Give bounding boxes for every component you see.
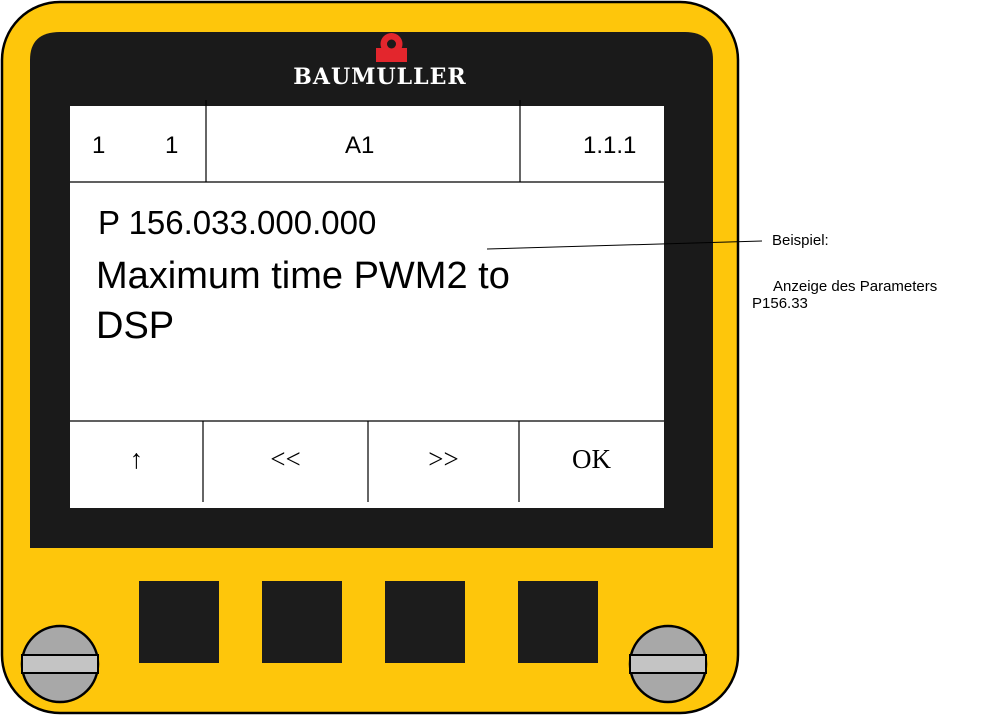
softkey-up[interactable]: ↑ bbox=[70, 446, 203, 473]
annotation-line2: P156.33 bbox=[752, 295, 808, 312]
status-field-left-a: 1 bbox=[92, 132, 106, 159]
parameter-id: P 156.033.000.000 bbox=[98, 204, 377, 241]
status-field-center: A1 bbox=[345, 132, 375, 159]
parameter-description-line1: Maximum time PWM2 to bbox=[96, 255, 510, 297]
hardware-key-ok[interactable] bbox=[518, 581, 598, 663]
screw-left-icon bbox=[20, 624, 100, 704]
hardware-key-up[interactable] bbox=[139, 581, 219, 663]
hardware-key-right[interactable] bbox=[385, 581, 465, 663]
softkey-forward[interactable]: >> bbox=[368, 446, 519, 473]
softkey-ok[interactable]: OK bbox=[519, 446, 664, 473]
parameter-description-line2: DSP bbox=[96, 305, 175, 347]
status-field-left-b: 1 bbox=[165, 132, 179, 159]
annotation-title: Beispiel: bbox=[772, 232, 829, 249]
brand-wordmark: BAUMULLER bbox=[293, 64, 467, 90]
operator-panel bbox=[0, 0, 763, 715]
annotation-line1: Anzeige des Parameters bbox=[773, 278, 938, 295]
softkey-back[interactable]: << bbox=[203, 446, 368, 473]
screw-right-icon bbox=[628, 624, 708, 704]
hardware-key-left[interactable] bbox=[262, 581, 342, 663]
status-field-right: 1.1.1 bbox=[583, 132, 637, 159]
